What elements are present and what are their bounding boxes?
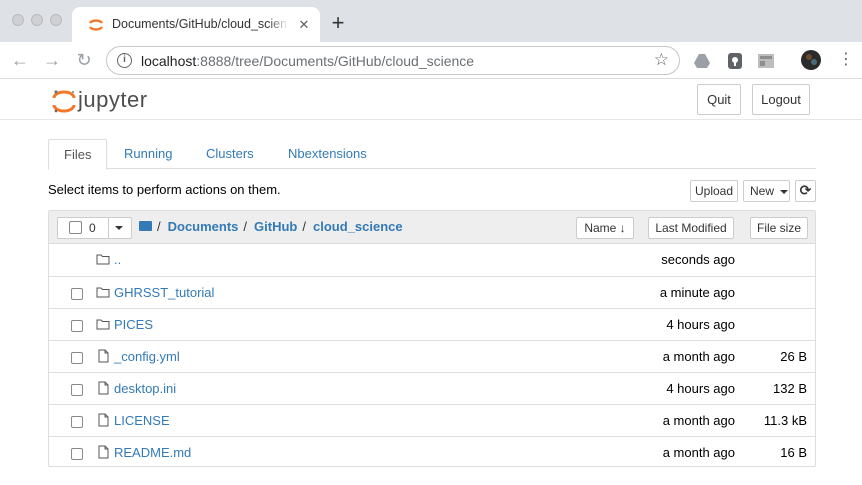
selected-count: 0 — [89, 221, 96, 235]
browser-titlebar: Documents/GitHub/cloud_science ✕ + — [0, 0, 862, 42]
forward-arrow-icon[interactable]: → — [42, 50, 62, 70]
zoom-window-button[interactable] — [50, 14, 62, 26]
breadcrumb-documents[interactable]: Documents — [168, 219, 239, 234]
tab-running[interactable]: Running — [109, 139, 187, 169]
row-checkbox[interactable] — [71, 448, 83, 460]
minimize-window-button[interactable] — [31, 14, 43, 26]
row-name-link[interactable]: _config.yml — [114, 349, 180, 364]
tab-clusters[interactable]: Clusters — [191, 139, 269, 169]
table-row[interactable]: desktop.ini 4 hours ago 132 B — [49, 372, 815, 404]
row-modified: a month ago — [662, 445, 735, 460]
back-arrow-icon[interactable]: ← — [10, 50, 30, 70]
breadcrumb-github[interactable]: GitHub — [254, 219, 297, 234]
file-list: 0 /Documents / GitHub / cloud_science Name ↓… — [48, 210, 816, 467]
row-name-link[interactable]: PICES — [114, 317, 153, 332]
row-name-link[interactable]: .. — [114, 252, 121, 267]
file-icon — [96, 413, 110, 427]
row-modified: 4 hours ago — [666, 381, 735, 396]
table-row[interactable]: PICES 4 hours ago — [49, 308, 815, 340]
address-bar[interactable]: i localhost:8888/tree/Documents/GitHub/c… — [106, 46, 680, 75]
tab-close-icon[interactable]: ✕ — [296, 17, 312, 33]
logout-button[interactable]: Logout — [752, 84, 810, 115]
jupyter-logo-text: jupyter — [78, 87, 148, 112]
jupyter-tabs: Files Running Clusters Nbextensions — [48, 139, 816, 170]
site-info-icon[interactable]: i — [117, 53, 132, 68]
caret-down-icon[interactable] — [115, 226, 123, 230]
row-name-link[interactable]: README.md — [114, 445, 191, 460]
row-size: 11.3 kB — [763, 413, 807, 428]
reload-icon[interactable]: ↻ — [74, 50, 94, 70]
row-checkbox[interactable] — [71, 416, 83, 428]
jupyter-logo-icon — [52, 90, 76, 113]
file-list-header: 0 /Documents / GitHub / cloud_science Name ↓… — [49, 211, 815, 244]
row-checkbox[interactable] — [71, 384, 83, 396]
table-row[interactable]: LICENSE a month ago 11.3 kB — [49, 404, 815, 436]
breadcrumb: / Documents / GitHub / cloud_science — [139, 219, 403, 234]
jupyter-favicon-icon — [89, 19, 103, 31]
new-dropdown-button[interactable]: New — [743, 180, 790, 202]
file-icon — [96, 381, 110, 395]
table-row[interactable]: _config.yml a month ago 26 B — [49, 340, 815, 372]
sort-arrow-icon: ↓ — [619, 221, 626, 235]
tab-files[interactable]: Files — [48, 139, 108, 170]
jupyter-header: jupyter Quit Logout — [0, 80, 862, 120]
row-modified: a minute ago — [659, 285, 735, 300]
folder-icon — [96, 285, 110, 299]
refresh-button[interactable]: ⟳ — [795, 180, 816, 202]
select-all-dropdown[interactable]: 0 — [57, 217, 132, 239]
tab-nbextensions[interactable]: Nbextensions — [273, 139, 382, 169]
row-checkbox[interactable] — [71, 352, 83, 364]
browser-toolbar: ← → ↻ i localhost:8888/tree/Documents/Gi… — [0, 42, 862, 79]
file-icon — [96, 445, 110, 459]
row-checkbox[interactable] — [71, 320, 83, 332]
row-name-link[interactable]: LICENSE — [114, 413, 170, 428]
row-size: 26 B — [780, 349, 807, 364]
sort-name-label: Name — [584, 221, 617, 235]
row-size: 16 B — [780, 445, 807, 460]
url-text[interactable]: localhost:8888/tree/Documents/GitHub/clo… — [141, 53, 474, 69]
folder-icon — [96, 252, 110, 266]
shield-extension-icon[interactable] — [726, 52, 744, 70]
row-size: 132 B — [773, 381, 807, 396]
select-all-checkbox[interactable] — [69, 221, 82, 234]
row-modified: 4 hours ago — [666, 317, 735, 332]
chart-extension-icon[interactable] — [757, 52, 775, 70]
row-modified: a month ago — [662, 413, 735, 428]
table-row[interactable]: .. seconds ago — [49, 244, 815, 276]
folder-icon — [96, 317, 110, 331]
upload-button[interactable]: Upload — [690, 180, 738, 202]
table-row[interactable]: GHRSST_tutorial a minute ago — [49, 276, 815, 308]
selection-hint: Select items to perform actions on them. — [48, 182, 281, 197]
sort-by-name-button[interactable]: Name ↓ — [576, 217, 634, 239]
sort-by-modified-button[interactable]: Last Modified — [648, 217, 734, 239]
new-tab-button[interactable]: + — [326, 12, 350, 36]
row-modified: a month ago — [662, 349, 735, 364]
quit-button[interactable]: Quit — [697, 84, 741, 115]
new-label: New — [750, 184, 775, 198]
tab-title: Documents/GitHub/cloud_science — [112, 17, 287, 31]
row-name-link[interactable]: GHRSST_tutorial — [114, 285, 214, 300]
row-checkbox[interactable] — [71, 288, 83, 300]
row-modified: seconds ago — [661, 252, 735, 267]
caret-down-icon — [780, 189, 789, 194]
profile-avatar[interactable] — [801, 50, 821, 70]
row-name-link[interactable]: desktop.ini — [114, 381, 176, 396]
folder-icon[interactable] — [139, 221, 152, 231]
drive-extension-icon[interactable] — [693, 52, 711, 70]
breadcrumb-cloud-science[interactable]: cloud_science — [313, 219, 403, 234]
browser-menu-icon[interactable]: ⋮ — [838, 50, 854, 70]
sort-by-size-button[interactable]: File size — [750, 217, 808, 239]
close-window-button[interactable] — [12, 14, 24, 26]
jupyter-logo[interactable]: jupyter — [52, 84, 162, 116]
bookmark-star-icon[interactable]: ☆ — [654, 50, 669, 70]
browser-tab[interactable]: Documents/GitHub/cloud_science ✕ — [72, 7, 320, 42]
file-icon — [96, 349, 110, 363]
table-row[interactable]: README.md a month ago 16 B — [49, 436, 815, 468]
